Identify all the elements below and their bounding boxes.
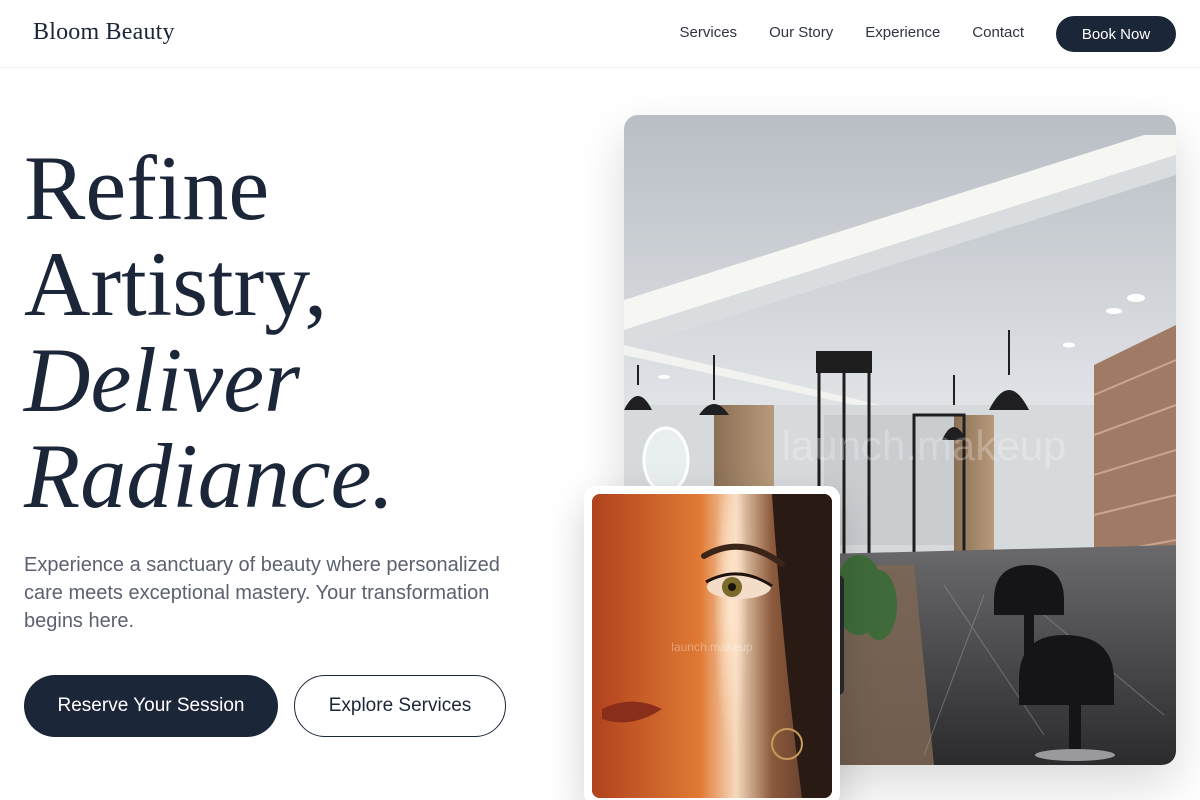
top-navigation: Bloom Beauty Services Our Story Experien… [0, 0, 1200, 68]
hero-headline: Refine Artistry, Deliver Radiance. [24, 140, 394, 524]
nav-link-services[interactable]: Services [680, 24, 738, 41]
headline-line-2: Artistry, [24, 233, 328, 335]
hero-subtext: Experience a sanctuary of beauty where p… [24, 554, 500, 632]
headline-line-4: Radiance. [24, 425, 395, 527]
headline-line-3: Deliver [24, 329, 300, 431]
reserve-session-button[interactable]: Reserve Your Session [24, 675, 278, 737]
portrait-image: launch.makeup [592, 494, 832, 798]
book-now-button[interactable]: Book Now [1056, 16, 1176, 52]
nav-link-contact[interactable]: Contact [972, 24, 1024, 41]
nav-links: Services Our Story Experience Contact [680, 24, 1024, 41]
brand-logo[interactable]: Bloom Beauty [33, 19, 175, 46]
portrait-card: launch.makeup [584, 486, 840, 800]
explore-services-button[interactable]: Explore Services [294, 675, 506, 737]
headline-line-1: Refine [24, 137, 270, 239]
nav-link-experience[interactable]: Experience [865, 24, 940, 41]
salon-watermark: launch.makeup [782, 422, 1067, 469]
nav-link-our-story[interactable]: Our Story [769, 24, 833, 41]
portrait-watermark: launch.makeup [671, 640, 753, 654]
